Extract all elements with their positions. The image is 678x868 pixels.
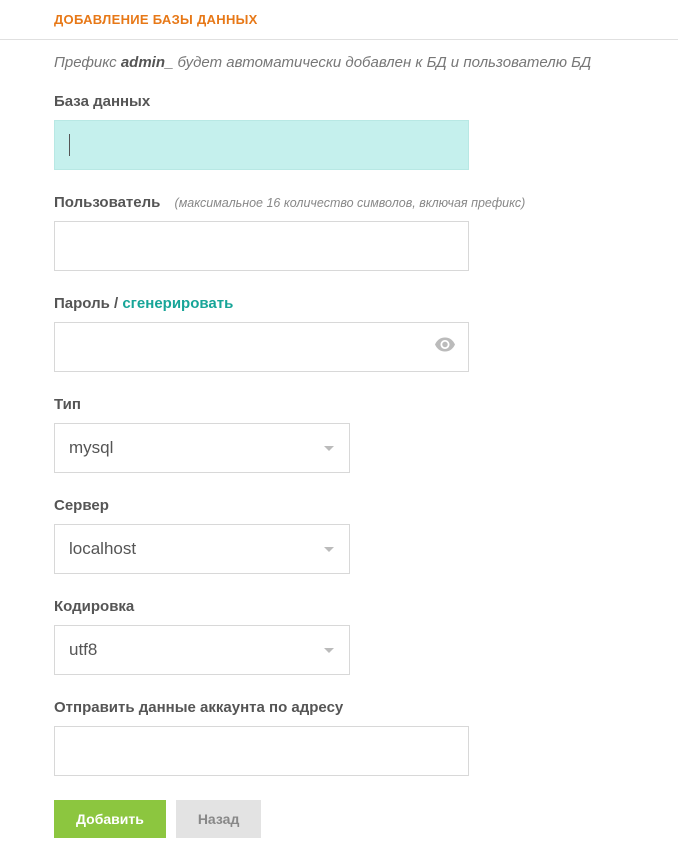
- database-label: База данных: [54, 93, 652, 110]
- server-group: Сервер localhost: [54, 497, 652, 574]
- type-label: Тип: [54, 396, 652, 413]
- prefix-note-after: будет автоматически добавлен к БД и поль…: [173, 54, 591, 71]
- database-input[interactable]: [54, 120, 469, 170]
- text-cursor: [69, 134, 70, 156]
- send-email-input[interactable]: [54, 726, 469, 776]
- user-label-text: Пользователь: [54, 194, 160, 211]
- encoding-select-value: utf8: [69, 640, 97, 660]
- server-select[interactable]: localhost: [54, 524, 350, 574]
- password-wrapper: [54, 322, 469, 372]
- add-button[interactable]: Добавить: [54, 800, 166, 838]
- prefix-note: Префикс admin_ будет автоматически добав…: [54, 54, 652, 71]
- page-title: ДОБАВЛЕНИЕ БАЗЫ ДАННЫХ: [54, 12, 678, 27]
- form-content: Префикс admin_ будет автоматически добав…: [0, 40, 678, 868]
- type-select[interactable]: mysql: [54, 423, 350, 473]
- user-group: Пользователь (максимальное 16 количество…: [54, 194, 652, 271]
- page-header: ДОБАВЛЕНИЕ БАЗЫ ДАННЫХ: [0, 0, 678, 40]
- database-group: База данных: [54, 93, 652, 170]
- type-select-value: mysql: [69, 438, 113, 458]
- encoding-label: Кодировка: [54, 598, 652, 615]
- send-email-label: Отправить данные аккаунта по адресу: [54, 699, 652, 716]
- prefix-note-before: Префикс: [54, 54, 121, 71]
- encoding-group: Кодировка utf8: [54, 598, 652, 675]
- generate-password-link[interactable]: сгенерировать: [122, 295, 233, 312]
- eye-icon[interactable]: [435, 338, 455, 357]
- password-input[interactable]: [54, 322, 469, 372]
- type-select-wrapper: mysql: [54, 423, 350, 473]
- password-separator: /: [110, 295, 123, 312]
- user-label: Пользователь (максимальное 16 количество…: [54, 194, 652, 211]
- password-group: Пароль / сгенерировать: [54, 295, 652, 372]
- server-select-wrapper: localhost: [54, 524, 350, 574]
- user-input[interactable]: [54, 221, 469, 271]
- button-row: Добавить Назад: [54, 800, 652, 838]
- send-email-group: Отправить данные аккаунта по адресу: [54, 699, 652, 776]
- prefix-value: admin_: [121, 54, 174, 71]
- encoding-select[interactable]: utf8: [54, 625, 350, 675]
- server-select-value: localhost: [69, 539, 136, 559]
- server-label: Сервер: [54, 497, 652, 514]
- password-label-text: Пароль: [54, 295, 110, 312]
- type-group: Тип mysql: [54, 396, 652, 473]
- encoding-select-wrapper: utf8: [54, 625, 350, 675]
- back-button[interactable]: Назад: [176, 800, 262, 838]
- user-hint: (максимальное 16 количество символов, вк…: [175, 196, 526, 210]
- password-label: Пароль / сгенерировать: [54, 295, 652, 312]
